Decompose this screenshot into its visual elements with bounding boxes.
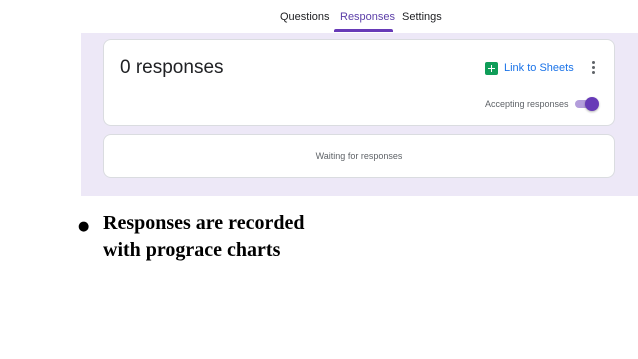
- tab-responses[interactable]: Responses: [340, 11, 395, 23]
- tab-settings[interactable]: Settings: [402, 11, 442, 23]
- tab-questions[interactable]: Questions: [280, 11, 330, 23]
- link-to-sheets-button[interactable]: Link to Sheets: [485, 60, 574, 76]
- responses-summary-card: 0 responses Link to Sheets Accepting res…: [103, 39, 615, 126]
- accepting-responses-toggle[interactable]: [574, 97, 599, 111]
- waiting-card: Waiting for responses: [103, 134, 615, 178]
- active-tab-indicator: [334, 29, 393, 32]
- page: Questions Responses Settings 0 responses…: [0, 0, 638, 359]
- slide-text-line-2: with prograce charts: [103, 239, 281, 261]
- slide-text-line-1: Responses are recorded: [103, 212, 305, 234]
- response-count: 0 responses: [120, 57, 224, 78]
- more-vert-icon: [592, 61, 595, 64]
- bullet-point: ●: [78, 219, 90, 234]
- toggle-thumb: [585, 97, 599, 111]
- accepting-responses-label: Accepting responses: [485, 99, 569, 109]
- waiting-for-responses-text: Waiting for responses: [315, 151, 403, 161]
- more-options-button[interactable]: [590, 60, 598, 76]
- google-sheets-icon: [485, 61, 498, 75]
- tab-bar: Questions Responses Settings: [0, 0, 638, 33]
- link-to-sheets-label: Link to Sheets: [504, 62, 574, 74]
